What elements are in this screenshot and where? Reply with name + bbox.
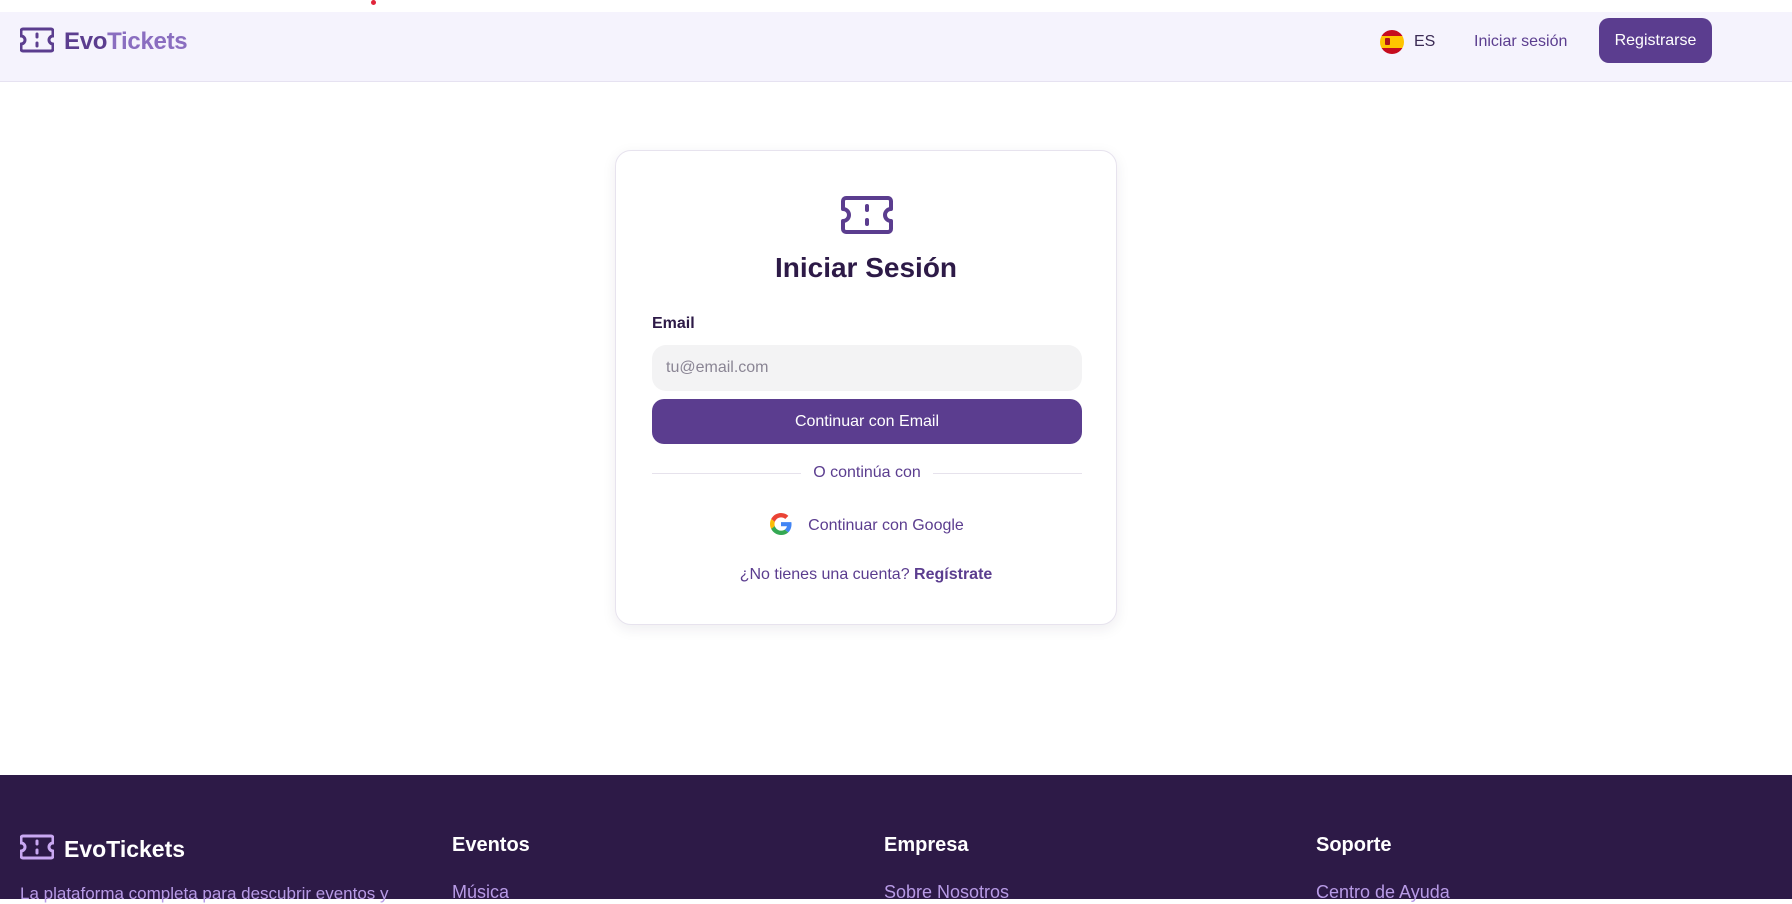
indicator-dot — [371, 0, 376, 5]
email-field[interactable] — [652, 345, 1082, 391]
language-code: ES — [1414, 33, 1436, 50]
brand-name-part2: Tickets — [107, 28, 188, 55]
spain-flag-icon — [1380, 30, 1404, 54]
footer-link-about-us[interactable]: Sobre Nosotros — [884, 882, 1009, 903]
ticket-icon — [19, 27, 55, 58]
google-logo-icon — [770, 512, 792, 540]
no-account-text: ¿No tienes una cuenta? — [739, 566, 910, 583]
footer: EvoTickets La plataforma completa para d… — [0, 775, 1792, 903]
or-divider: O continúa con — [652, 463, 1082, 483]
footer-column-title-support: Soporte — [1316, 834, 1392, 856]
login-card: Iniciar Sesión Email Continuar con Email… — [615, 150, 1117, 625]
navbar: EvoTickets ES Iniciar sesión Registrarse — [0, 12, 1792, 82]
divider-line — [932, 472, 1082, 474]
footer-link-music[interactable]: Música — [452, 882, 509, 903]
brand-logo-link[interactable]: EvoTickets — [19, 27, 188, 58]
nav-register-button[interactable]: Registrarse — [1599, 18, 1712, 63]
signup-prompt: ¿No tienes una cuenta? Regístrate — [616, 566, 1116, 584]
brand-name: EvoTickets — [64, 28, 188, 56]
footer-column-title-events: Eventos — [452, 834, 530, 856]
nav-login-link[interactable]: Iniciar sesión — [1474, 29, 1567, 55]
email-label: Email — [652, 315, 695, 332]
footer-column-title-company: Empresa — [884, 834, 969, 856]
language-selector[interactable]: ES — [1380, 29, 1435, 55]
signup-link[interactable]: Regístrate — [914, 566, 992, 583]
footer-brand[interactable]: EvoTickets — [19, 834, 186, 865]
footer-description: La plataforma completa para descubrir ev… — [20, 884, 389, 903]
page-title: Iniciar Sesión — [774, 252, 958, 283]
footer-brand-name: EvoTickets — [64, 835, 186, 862]
ticket-icon — [841, 195, 893, 235]
google-button-label: Continuar con Google — [808, 517, 964, 534]
continue-with-google-button[interactable]: Continuar con Google — [652, 511, 1082, 541]
ticket-icon — [19, 834, 55, 865]
brand-name-part1: Evo — [64, 28, 108, 55]
divider-line — [652, 472, 802, 474]
divider-text: O continúa con — [813, 464, 921, 481]
footer-link-help-center[interactable]: Centro de Ayuda — [1316, 882, 1450, 903]
continue-with-email-button[interactable]: Continuar con Email — [652, 399, 1082, 444]
browser-top-strip — [0, 0, 1792, 12]
